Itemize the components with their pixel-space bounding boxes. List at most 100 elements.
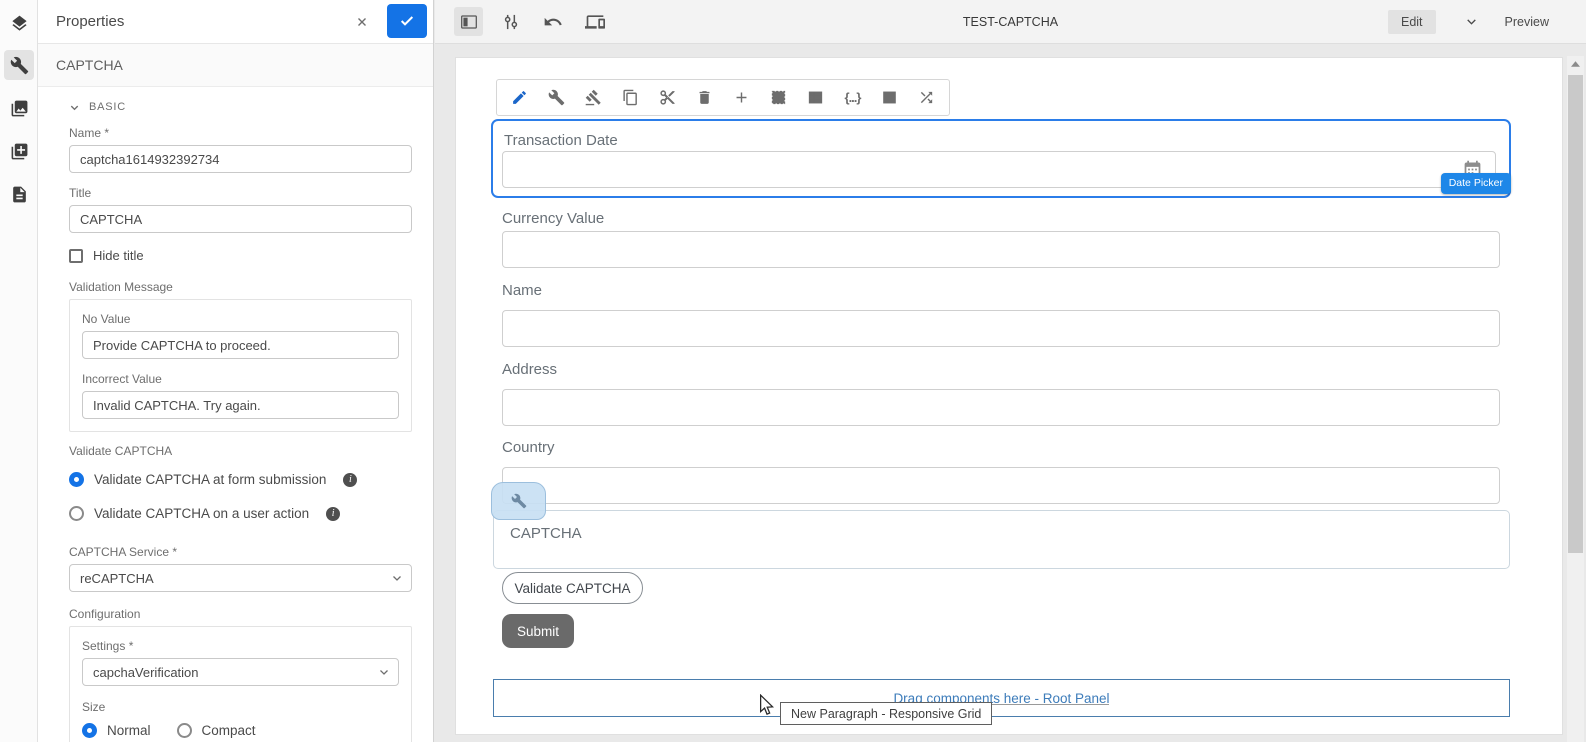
wrench-icon bbox=[511, 493, 526, 509]
radio-label: Validate CAPTCHA at form submission bbox=[94, 472, 327, 487]
captcha-component[interactable]: CAPTCHA bbox=[493, 510, 1510, 569]
name-field-input[interactable] bbox=[69, 145, 412, 173]
validate-captcha-label: Validate CAPTCHA bbox=[69, 444, 173, 458]
validate-captcha-button[interactable]: Validate CAPTCHA bbox=[502, 572, 643, 604]
configuration-label: Configuration bbox=[69, 607, 141, 621]
radio-label: Validate CAPTCHA on a user action bbox=[94, 506, 310, 521]
select-parent-icon[interactable] bbox=[760, 80, 797, 115]
undo-icon[interactable] bbox=[538, 7, 567, 36]
layout-icon[interactable] bbox=[871, 80, 908, 115]
side-panel-toggle-icon[interactable] bbox=[454, 7, 483, 36]
properties-panel: Properties CAPTCHA BASIC Name * Title Hi… bbox=[38, 0, 434, 742]
preview-button[interactable]: Preview bbox=[1505, 15, 1549, 29]
title-field-input[interactable] bbox=[69, 205, 412, 233]
radio-label: Compact bbox=[201, 723, 256, 738]
date-picker-badge: Date Picker bbox=[1440, 173, 1511, 194]
editor-canvas: {...} Transaction Date Date Picker Curre… bbox=[435, 44, 1586, 742]
preferences-icon[interactable] bbox=[496, 7, 525, 36]
title-field-label: Title bbox=[69, 186, 92, 200]
size-normal-option[interactable]: Normal bbox=[82, 723, 151, 738]
hide-title-row[interactable]: Hide title bbox=[69, 248, 412, 263]
mouse-cursor bbox=[758, 693, 776, 721]
captcha-service-value: reCAPTCHA bbox=[80, 570, 154, 586]
radio-selected-icon[interactable] bbox=[69, 472, 84, 487]
library-add-icon[interactable] bbox=[4, 136, 34, 166]
component-configure-handle[interactable] bbox=[491, 482, 546, 520]
chevron-down-icon bbox=[380, 670, 388, 675]
validation-message-group: No Value Incorrect Value bbox=[69, 299, 412, 432]
address-input[interactable] bbox=[502, 389, 1500, 426]
table-icon[interactable] bbox=[797, 80, 834, 115]
incorrect-value-label: Incorrect Value bbox=[82, 372, 162, 386]
delete-icon[interactable] bbox=[686, 80, 723, 115]
captcha-service-label: CAPTCHA Service * bbox=[69, 545, 178, 559]
devices-icon[interactable] bbox=[580, 7, 609, 36]
left-icon-rail bbox=[0, 0, 38, 742]
scroll-up-arrow-icon[interactable] bbox=[1567, 56, 1584, 72]
radio-validate-at-submission[interactable]: Validate CAPTCHA at form submission i bbox=[69, 472, 412, 487]
section-basic-label: BASIC bbox=[89, 101, 127, 113]
edit-rules-icon[interactable] bbox=[575, 80, 612, 115]
properties-panel-title: Properties bbox=[56, 13, 125, 30]
radio-validate-on-action[interactable]: Validate CAPTCHA on a user action i bbox=[69, 506, 412, 521]
edit-mode-button[interactable]: Edit bbox=[1387, 9, 1436, 34]
field-label: Name bbox=[502, 282, 543, 299]
edit-pencil-icon[interactable] bbox=[501, 80, 538, 115]
incorrect-value-input[interactable] bbox=[82, 391, 399, 419]
editor-top-bar: TEST-CAPTCHA Edit Preview bbox=[435, 0, 1586, 44]
radio-unselected-icon[interactable] bbox=[176, 723, 192, 738]
insert-icon[interactable] bbox=[723, 80, 760, 115]
submit-button[interactable]: Submit bbox=[502, 614, 574, 648]
size-compact-option[interactable]: Compact bbox=[176, 723, 256, 738]
field-label: Transaction Date bbox=[504, 132, 618, 149]
root-panel-drop-zone[interactable]: Drag components here - Root Panel bbox=[493, 679, 1510, 717]
top-toolbar bbox=[435, 7, 609, 36]
hide-title-label: Hide title bbox=[93, 248, 144, 263]
captcha-component-label: CAPTCHA bbox=[510, 525, 582, 542]
no-value-input[interactable] bbox=[82, 331, 399, 359]
name-input[interactable] bbox=[502, 310, 1500, 347]
transaction-date-input[interactable] bbox=[502, 151, 1496, 188]
document-data-icon[interactable] bbox=[4, 179, 34, 209]
section-basic[interactable]: BASIC bbox=[69, 101, 412, 113]
chevron-down-icon bbox=[393, 576, 401, 581]
vertical-scrollbar[interactable] bbox=[1567, 56, 1584, 742]
assets-icon[interactable] bbox=[4, 93, 34, 123]
selected-field-transaction-date[interactable]: Transaction Date Date Picker bbox=[491, 119, 1511, 198]
copy-icon[interactable] bbox=[612, 80, 649, 115]
currency-value-input[interactable] bbox=[502, 231, 1500, 268]
no-value-label: No Value bbox=[82, 312, 131, 326]
shuffle-icon[interactable] bbox=[908, 80, 945, 115]
drag-tooltip: New Paragraph - Responsive Grid bbox=[780, 702, 993, 725]
radio-unselected-icon[interactable] bbox=[69, 506, 84, 521]
expression-icon[interactable]: {...} bbox=[834, 80, 871, 115]
info-icon[interactable]: i bbox=[343, 472, 358, 487]
configuration-group: Settings * capchaVerification Size Norma… bbox=[69, 626, 412, 742]
info-icon[interactable]: i bbox=[326, 506, 341, 521]
close-icon[interactable] bbox=[351, 11, 373, 33]
selected-component-name: CAPTCHA bbox=[38, 44, 433, 87]
confirm-check-button[interactable] bbox=[387, 4, 427, 38]
country-input[interactable] bbox=[502, 467, 1500, 504]
chevron-down-icon[interactable] bbox=[1465, 15, 1478, 28]
configure-wrench-icon[interactable] bbox=[538, 80, 575, 115]
settings-label: Settings * bbox=[82, 639, 134, 653]
size-label: Size bbox=[82, 700, 106, 714]
properties-header: Properties bbox=[38, 0, 433, 44]
captcha-service-select[interactable]: reCAPTCHA bbox=[69, 564, 412, 592]
mode-controls: Edit Preview bbox=[1387, 9, 1586, 34]
settings-select[interactable]: capchaVerification bbox=[82, 658, 399, 686]
hide-title-checkbox[interactable] bbox=[69, 248, 83, 263]
properties-body: BASIC Name * Title Hide title Validation… bbox=[38, 101, 433, 742]
field-label: Address bbox=[502, 361, 558, 378]
radio-label: Normal bbox=[107, 723, 151, 738]
cut-icon[interactable] bbox=[649, 80, 686, 115]
size-radio-group: Normal Compact bbox=[82, 723, 399, 738]
chevron-down-icon bbox=[70, 105, 79, 110]
settings-value: capchaVerification bbox=[93, 664, 199, 680]
forms-editor-app: Properties CAPTCHA BASIC Name * Title Hi… bbox=[0, 0, 1586, 742]
scrollbar-thumb[interactable] bbox=[1568, 75, 1583, 553]
wrench-icon[interactable] bbox=[4, 50, 34, 80]
layers-icon[interactable] bbox=[4, 8, 34, 38]
radio-selected-icon[interactable] bbox=[82, 723, 97, 738]
